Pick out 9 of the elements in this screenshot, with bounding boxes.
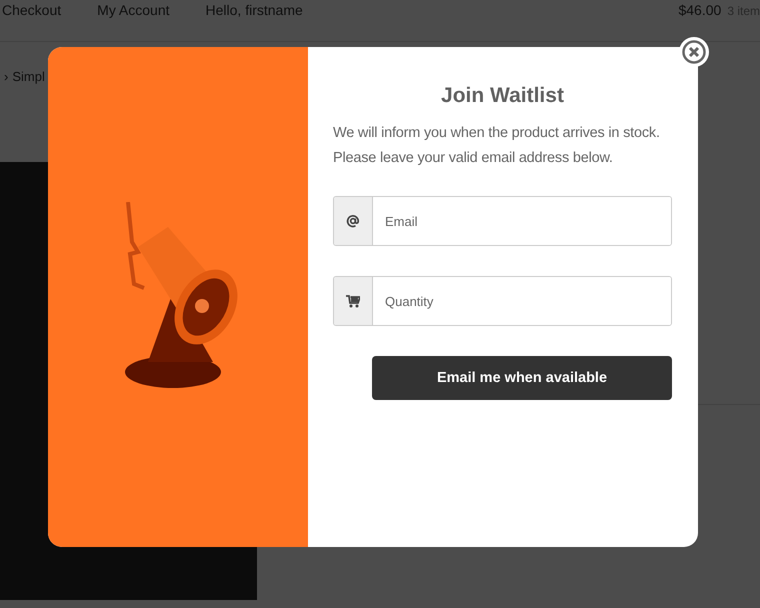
modal-message: We will inform you when the product arrives in stock. Please leave your valid email address below. xyxy=(333,124,661,168)
at-sign-icon xyxy=(346,214,360,228)
modal-title: Join Waitlist xyxy=(440,83,565,109)
breadcrumb-link[interactable]: Simpl xyxy=(12,69,45,85)
submit-button[interactable]: Email me when available xyxy=(372,356,672,400)
quantity-field[interactable]: Quantity xyxy=(333,276,672,326)
breadcrumb-separator: › xyxy=(4,69,8,85)
cart-icon xyxy=(346,294,360,308)
email-field[interactable]: Email xyxy=(333,196,672,246)
